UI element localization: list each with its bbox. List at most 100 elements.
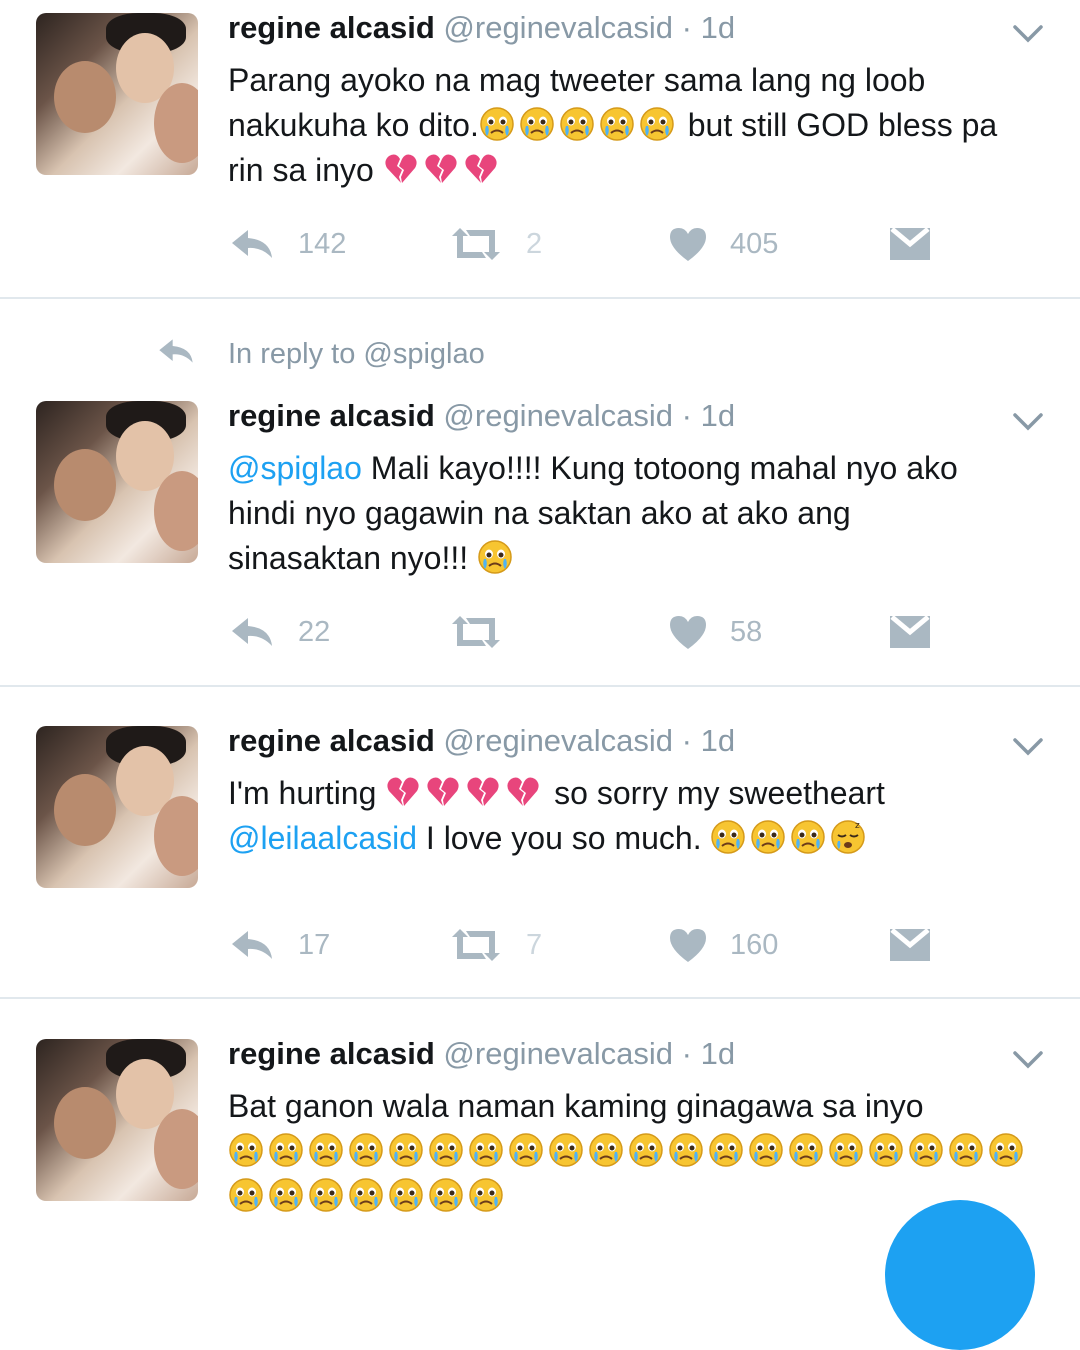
tweet-text-line: but still GOD bless pa <box>687 107 998 143</box>
envelope-icon <box>888 614 932 650</box>
mention-link[interactable]: @spiglao <box>228 450 362 486</box>
mention-link[interactable]: @leilaalcasid <box>228 820 417 856</box>
author-name[interactable]: regine alcasid <box>228 10 435 45</box>
avatar[interactable] <box>36 13 198 175</box>
author-handle[interactable]: @reginevalcasid <box>443 398 673 433</box>
reply-button[interactable]: 17 <box>228 923 330 967</box>
retweet-count: 2 <box>526 227 543 260</box>
heart-icon <box>668 927 708 963</box>
crying-emoji-icon <box>988 1132 1024 1168</box>
tweet-text-line: sinasaktan nyo!!! <box>228 540 469 576</box>
crying-emoji-icon <box>639 106 675 142</box>
crying-emoji-icon <box>348 1132 384 1168</box>
tweet-text-line: so sorry my sweetheart <box>554 775 885 811</box>
chevron-down-icon[interactable] <box>1010 729 1046 765</box>
crying-emoji-icon <box>599 106 635 142</box>
author-name[interactable]: regine alcasid <box>228 1036 435 1071</box>
avatar[interactable] <box>36 1039 198 1201</box>
reply-icon <box>228 927 276 963</box>
tweet-text-line: rin sa inyo <box>228 152 374 188</box>
like-count: 160 <box>730 928 779 961</box>
tweet-text-line: hindi nyo gagawin na saktan ako at ako a… <box>228 495 851 531</box>
broken-heart-icon <box>465 774 501 810</box>
retweet-icon <box>448 927 504 963</box>
like-count: 58 <box>730 615 763 648</box>
reply-count: 142 <box>298 227 347 260</box>
author-name[interactable]: regine alcasid <box>228 723 435 758</box>
crying-emoji-icon <box>559 106 595 142</box>
crying-emoji-icon <box>750 819 786 855</box>
reply-button[interactable]: 142 <box>228 222 346 266</box>
crying-emoji-icon <box>908 1132 944 1168</box>
reply-context[interactable]: In reply to @spiglao <box>228 338 485 371</box>
like-button[interactable]: 405 <box>668 222 778 266</box>
crying-emoji-icon <box>868 1132 904 1168</box>
tweet-header: regine alcasid @reginevalcasid · 1d <box>228 1036 735 1072</box>
tweet-header: regine alcasid @reginevalcasid · 1d <box>228 398 735 434</box>
broken-heart-icon <box>383 151 419 187</box>
tweet-text: @spiglao Mali kayo!!!! Kung totoong maha… <box>228 446 1038 581</box>
tweet-text: Bat ganon wala naman kaming ginagawa sa … <box>228 1084 1038 1219</box>
crying-emoji-icon <box>228 1132 264 1168</box>
divider <box>0 297 1080 299</box>
crying-emoji-icon <box>519 106 555 142</box>
crying-emoji-icon <box>388 1132 424 1168</box>
timestamp[interactable]: · 1d <box>682 1036 735 1071</box>
avatar[interactable] <box>36 726 198 888</box>
heart-icon <box>668 226 708 262</box>
timestamp[interactable]: · 1d <box>682 723 735 758</box>
direct-message-button[interactable] <box>888 610 932 654</box>
envelope-icon <box>888 226 932 262</box>
crying-emoji-icon <box>588 1132 624 1168</box>
tweet-text-line: Parang ayoko na mag tweeter sama lang ng… <box>228 62 926 98</box>
avatar[interactable] <box>36 401 198 563</box>
compose-tweet-button[interactable] <box>885 1200 1035 1350</box>
crying-emoji-icon <box>477 539 513 575</box>
reply-count: 22 <box>298 615 331 648</box>
crying-emoji-icon <box>788 1132 824 1168</box>
retweet-button[interactable]: 2 <box>448 222 542 266</box>
direct-message-button[interactable] <box>888 222 932 266</box>
like-button[interactable]: 58 <box>668 610 762 654</box>
divider <box>0 685 1080 687</box>
author-handle[interactable]: @reginevalcasid <box>443 10 673 45</box>
reply-count: 17 <box>298 928 331 961</box>
crying-emoji-icon <box>228 1177 264 1213</box>
reply-icon <box>228 614 276 650</box>
tweet-actions: 17 7 160 <box>228 923 988 967</box>
like-count: 405 <box>730 227 779 260</box>
chevron-down-icon[interactable] <box>1010 1042 1046 1078</box>
reply-button[interactable]: 22 <box>228 610 330 654</box>
crying-emoji-icon <box>708 1132 744 1168</box>
author-name[interactable]: regine alcasid <box>228 398 435 433</box>
crying-emoji-icon <box>268 1177 304 1213</box>
chevron-down-icon[interactable] <box>1010 404 1046 440</box>
retweet-button[interactable] <box>448 610 504 654</box>
sleepy-emoji-icon <box>830 819 866 855</box>
broken-heart-icon <box>385 774 421 810</box>
heart-icon <box>668 614 708 650</box>
crying-emoji-icon <box>468 1177 504 1213</box>
retweet-button[interactable]: 7 <box>448 923 542 967</box>
like-button[interactable]: 160 <box>668 923 778 967</box>
author-handle[interactable]: @reginevalcasid <box>443 1036 673 1071</box>
reply-icon <box>228 226 276 262</box>
emoji-row <box>228 1178 508 1214</box>
timestamp[interactable]: · 1d <box>682 10 735 45</box>
timestamp[interactable]: · 1d <box>682 398 735 433</box>
tweet-text-line: Mali kayo!!!! Kung totoong mahal nyo ako <box>361 450 958 486</box>
tweet-actions: 22 58 <box>228 610 988 654</box>
chevron-down-icon[interactable] <box>1010 16 1046 52</box>
tweet-actions: 142 2 405 <box>228 222 988 266</box>
crying-emoji-icon <box>508 1132 544 1168</box>
retweet-icon <box>448 226 504 262</box>
direct-message-button[interactable] <box>888 923 932 967</box>
tweet-text-line: Bat ganon wala naman kaming ginagawa sa … <box>228 1088 924 1124</box>
crying-emoji-icon <box>748 1132 784 1168</box>
crying-emoji-icon <box>790 819 826 855</box>
crying-emoji-icon <box>308 1177 344 1213</box>
reply-context-icon <box>156 336 196 366</box>
broken-heart-icon <box>425 774 461 810</box>
tweet-text-line: I'm hurting <box>228 775 377 811</box>
author-handle[interactable]: @reginevalcasid <box>443 723 673 758</box>
